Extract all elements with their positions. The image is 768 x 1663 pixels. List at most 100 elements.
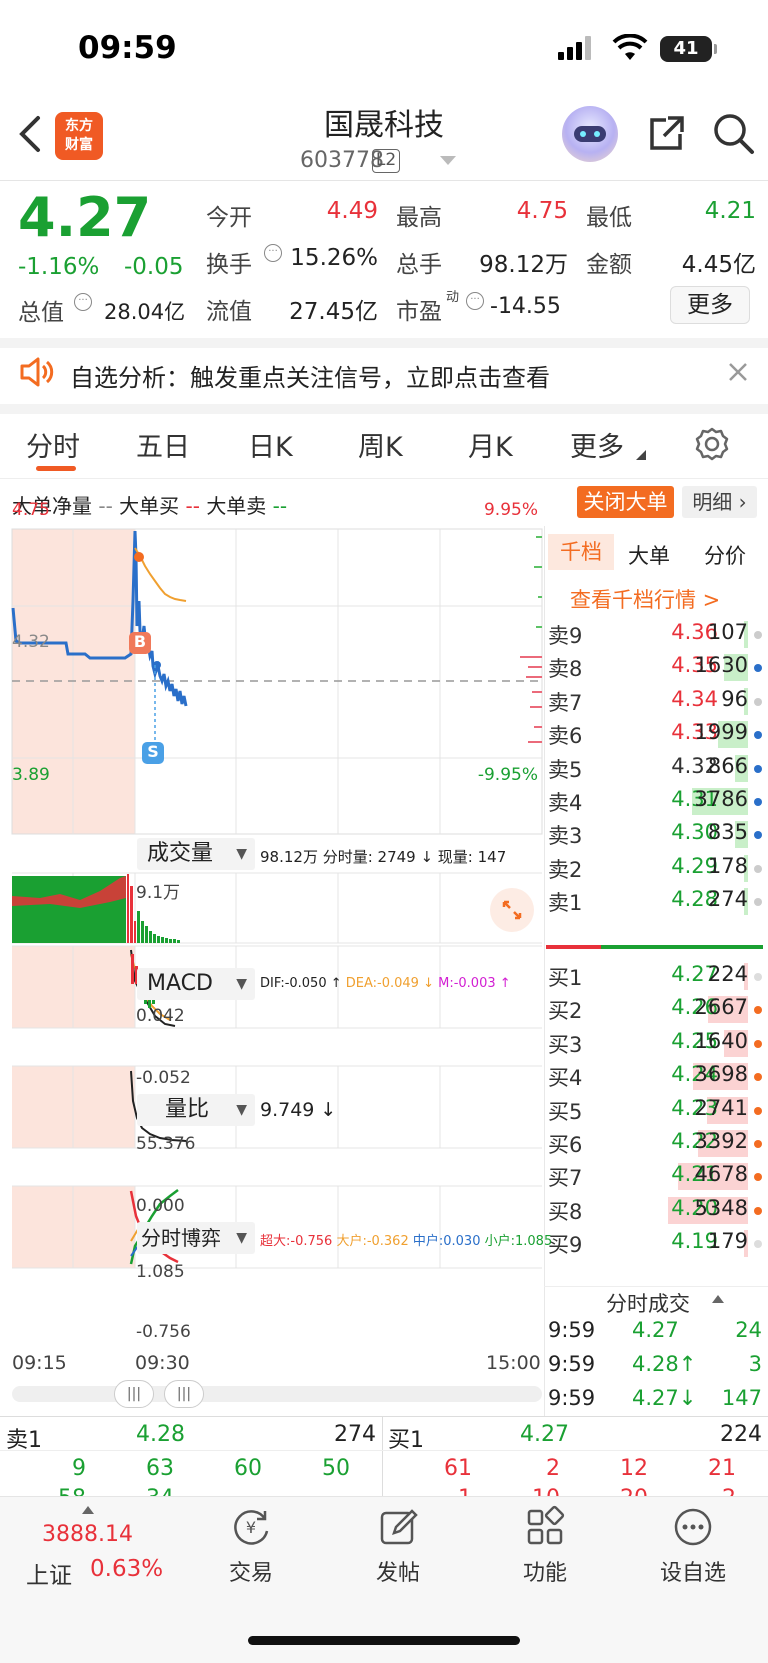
index-name[interactable]: 上证 (26, 1556, 72, 1590)
bid-row[interactable]: 买3 4.25 1640 (546, 1025, 768, 1060)
tab-daily-k[interactable]: 日K (248, 425, 293, 464)
close-big-order-button[interactable]: 关闭大单 (577, 486, 674, 518)
ask-row[interactable]: 卖1 4.28 274 (546, 883, 768, 918)
open-value: 4.49 (326, 198, 378, 224)
detail-button[interactable]: 明细 › (682, 486, 757, 518)
high-label: 最高 (396, 205, 442, 231)
float-label: 流值 (206, 299, 252, 325)
amount-label: 金额 (586, 252, 632, 278)
pe-label: 市盈 (396, 299, 442, 325)
price-high-label: 4.75 (12, 500, 50, 520)
level-label: 卖6 (548, 724, 583, 749)
nav-add-watchlist[interactable]: 设自选 (628, 1505, 758, 1587)
ask-row[interactable]: 卖6 4.33 1999 (546, 716, 768, 751)
level-volume: 3698 (694, 1062, 748, 1087)
nav-functions[interactable]: 功能 (480, 1505, 610, 1587)
change-amount: -0.05 (124, 254, 184, 280)
ask-row[interactable]: 卖3 4.30 835 (546, 816, 768, 851)
level-label: 卖4 (548, 791, 583, 815)
volume-selector[interactable]: 成交量 ▼ (137, 838, 255, 870)
trade-icon: ¥ (234, 1510, 269, 1545)
level-volume: 107 (707, 620, 748, 644)
level-buy-vol: 224 (720, 1422, 762, 1447)
nav-trade[interactable]: ¥ 交易 (186, 1505, 316, 1587)
bid-row[interactable]: 买6 4.22 3392 (546, 1125, 768, 1160)
close-icon[interactable] (728, 362, 748, 382)
bid-row[interactable]: 买5 4.23 2741 (546, 1092, 768, 1127)
pct-high-label: 9.95% (483, 500, 538, 520)
tab-big-order[interactable]: 大单 (628, 540, 670, 570)
expand-icon[interactable] (490, 888, 534, 932)
time-range-scrollbar[interactable] (12, 1386, 542, 1402)
volume-ratio-info: 9.749 ↓ (260, 1099, 337, 1121)
bid-row[interactable]: 买9 4.19 179 (546, 1225, 768, 1260)
level2-badge[interactable]: L2 (372, 149, 400, 173)
game-selector[interactable]: 分时博弈 ▼ (137, 1222, 255, 1254)
caret-up-icon (712, 1295, 724, 1303)
order-dot (754, 798, 762, 806)
level-label: 卖7 (548, 690, 583, 715)
level-label: 买6 (548, 1133, 583, 1157)
tab-five-day[interactable]: 五日 (136, 425, 190, 464)
tab-depth[interactable]: 千档 (548, 534, 614, 570)
intraday-chart[interactable] (0, 526, 544, 1346)
more-button[interactable]: 更多 (670, 286, 750, 324)
level-volume: 5348 (694, 1195, 748, 1220)
volume-ratio-bottom-label: 0.000 (136, 1196, 185, 1216)
caret-up-icon (82, 1506, 94, 1514)
notice-text[interactable]: 自选分析：触发重点关注信号，立即点击查看 (70, 358, 550, 393)
index-pct[interactable]: 0.63% (90, 1556, 163, 1582)
queue-order: 60 (234, 1456, 262, 1481)
level-label: 卖1 (548, 891, 583, 916)
tab-more[interactable]: 更多 (570, 425, 624, 464)
tick-volume: 147 (721, 1386, 762, 1410)
macd-selector[interactable]: MACD ▼ (137, 968, 255, 1000)
order-dot (754, 864, 762, 873)
range-handle-left[interactable]: ||| (114, 1380, 154, 1408)
info-icon[interactable]: ··· (74, 293, 92, 311)
tab-intraday[interactable]: 分时 (26, 425, 80, 464)
mcap-label: 总值 (18, 300, 64, 326)
turnover-label: 换手 (206, 252, 252, 278)
level-volume: 179 (707, 1229, 748, 1254)
ticks-title[interactable]: 分时成交 (606, 1288, 690, 1318)
level-label: 卖9 (548, 624, 583, 648)
chevron-down-icon[interactable] (440, 156, 456, 166)
tick-price: 4.27 (632, 1318, 679, 1342)
share-icon[interactable] (646, 114, 686, 154)
level-volume: 835 (707, 820, 748, 845)
ask-row[interactable]: 卖5 4.32 866 (546, 750, 768, 785)
level-price: 4.19 (671, 1229, 718, 1254)
volume-max-label: 9.1万 (136, 883, 181, 903)
bid-row[interactable]: 买4 4.24 3698 (546, 1058, 768, 1093)
info-icon[interactable]: ··· (264, 244, 282, 262)
tab-weekly-k[interactable]: 周K (358, 425, 403, 464)
nav-post[interactable]: 发帖 (333, 1505, 463, 1587)
mcap-value: 28.04亿 (104, 300, 186, 324)
range-handle-right[interactable]: ||| (164, 1380, 204, 1408)
ask-row[interactable]: 卖4 4.31 3786 (546, 783, 768, 818)
bid-row[interactable]: 买8 4.20 5348 (546, 1192, 768, 1227)
ai-assistant-avatar[interactable] (562, 106, 618, 162)
queue-order: 61 (444, 1456, 472, 1481)
big-order-summary: 大单净量 -- 大单买 -- 大单卖 -- (12, 494, 288, 518)
order-dot (754, 1006, 762, 1015)
tick-price: 4.28↑ (632, 1352, 697, 1376)
ask-row[interactable]: 卖9 4.36 107 (546, 616, 768, 651)
tab-monthly-k[interactable]: 月K (468, 425, 513, 464)
info-icon[interactable]: ··· (466, 292, 484, 310)
depth-link[interactable]: 查看千档行情 > (570, 584, 720, 614)
bid-row[interactable]: 买1 4.27 224 (546, 958, 768, 993)
bid-row[interactable]: 买2 4.26 2667 (546, 991, 768, 1026)
settings-icon[interactable] (694, 426, 730, 462)
index-value[interactable]: 3888.14 (42, 1522, 133, 1547)
volume-ratio-selector[interactable]: 量比 ▼ (137, 1094, 255, 1126)
search-icon[interactable] (712, 112, 756, 156)
ask-row[interactable]: 卖2 4.29 178 (546, 850, 768, 885)
ask-row[interactable]: 卖7 4.34 96 (546, 683, 768, 718)
ask-row[interactable]: 卖8 4.35 1630 (546, 649, 768, 684)
bid-row[interactable]: 买7 4.21 4678 (546, 1158, 768, 1193)
order-dot (754, 973, 762, 981)
tab-price-split[interactable]: 分价 (704, 540, 746, 570)
level-volume: 1999 (694, 720, 748, 745)
